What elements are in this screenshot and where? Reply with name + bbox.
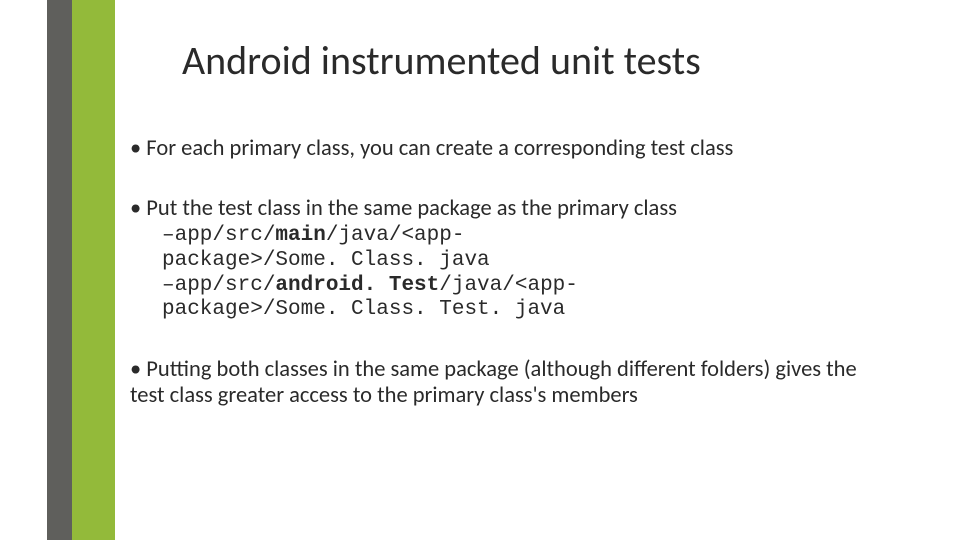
path-main-line1: –app/src/main/java/<app-	[162, 224, 890, 249]
path-test-line2: package>/Some. Class. Test. java	[162, 298, 890, 323]
path-test-prefix: –app/src/	[162, 274, 275, 297]
content-area: • For each primary class, you can create…	[130, 136, 890, 409]
path-test-suffix: /java/<app-	[439, 274, 578, 297]
code-paths: –app/src/main/java/<app- package>/Some. …	[130, 224, 890, 323]
slide-title: Android instrumented unit tests	[182, 36, 701, 85]
path-main-prefix: –app/src/	[162, 224, 275, 247]
bullet-3: • Putting both classes in the same packa…	[130, 357, 890, 409]
path-main-line2: package>/Some. Class. java	[162, 249, 890, 274]
bullet-1: • For each primary class, you can create…	[130, 136, 890, 162]
path-main-bold: main	[275, 224, 325, 247]
stripe-green	[72, 0, 115, 540]
path-test-bold: android. Test	[275, 274, 439, 297]
path-test-line1: –app/src/android. Test/java/<app-	[162, 274, 890, 299]
path-main-suffix: /java/<app-	[326, 224, 465, 247]
bullet-2: • Put the test class in the same package…	[130, 196, 890, 222]
